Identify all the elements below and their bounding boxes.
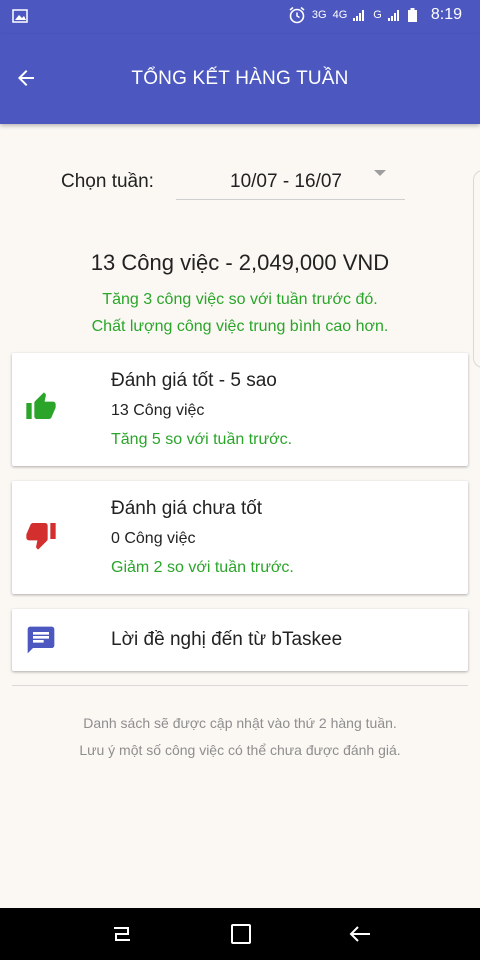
thumbs-down-icon	[26, 523, 56, 550]
status-icons: 3G 4G G 8:19	[288, 6, 462, 24]
bad-rating-title: Đánh giá chưa tốt	[111, 498, 263, 519]
week-dropdown[interactable]: 10/07 - 16/07	[176, 160, 405, 200]
battery-icon	[407, 8, 417, 22]
quality-note: Chất lượng công việc trung bình cao hơn.	[91, 318, 389, 335]
weekly-total: 13 Công việc - 2,049,000 VND	[90, 250, 390, 275]
week-picker-row: Chọn tuần: 10/07 - 16/07	[0, 160, 480, 200]
good-rating-count: 13 Công việc	[111, 402, 205, 419]
suggestion-card[interactable]: Lời đề nghị đến từ bTaskee	[12, 609, 468, 671]
increase-note: Tăng 3 công việc so với tuần trước đó.	[102, 291, 378, 308]
page-title: TỔNG KẾT HÀNG TUẦN	[131, 68, 349, 89]
recent-apps-icon[interactable]	[108, 922, 136, 946]
good-rating-title: Đánh giá tốt - 5 sao	[111, 370, 277, 391]
back-nav-icon[interactable]	[346, 922, 374, 946]
clock-time: 8:19	[430, 6, 462, 23]
good-rating-trend: Tăng 5 so với tuần trước.	[111, 431, 293, 448]
home-icon[interactable]	[227, 922, 255, 946]
footer-note-disclaimer: Lưu ý một số công việc có thể chưa được …	[79, 742, 401, 758]
app-bar: TỔNG KẾT HÀNG TUẦN	[0, 34, 480, 124]
alarm-icon	[289, 6, 305, 24]
network-type-3: G	[373, 9, 382, 21]
suggestion-title: Lời đề nghị đến từ bTaskee	[111, 629, 343, 650]
bad-rating-trend: Giảm 2 so với tuần trước.	[111, 559, 294, 576]
signal-icon	[353, 10, 365, 21]
week-dropdown-value: 10/07 - 16/07	[230, 171, 342, 192]
network-type-2: 4G	[332, 9, 348, 21]
divider	[12, 685, 468, 686]
good-rating-card[interactable]: Đánh giá tốt - 5 sao 13 Công việc Tăng 5…	[12, 353, 468, 466]
system-nav-bar	[0, 908, 480, 960]
dropdown-caret-icon	[374, 170, 386, 176]
bad-rating-card[interactable]: Đánh giá chưa tốt 0 Công việc Giảm 2 so …	[12, 481, 468, 594]
thumbs-up-icon	[26, 392, 56, 419]
status-bar: 3G 4G G 8:19	[0, 0, 480, 34]
bad-rating-count: 0 Công việc	[111, 530, 196, 547]
chat-message-icon	[27, 626, 55, 654]
footer-note-update: Danh sách sẽ được cập nhật vào thứ 2 hàn…	[83, 715, 397, 731]
network-type-1: 3G	[311, 9, 327, 21]
week-picker-label: Chọn tuần:	[61, 171, 154, 192]
gallery-notification-icon	[12, 9, 28, 23]
signal-icon-2	[387, 10, 399, 21]
